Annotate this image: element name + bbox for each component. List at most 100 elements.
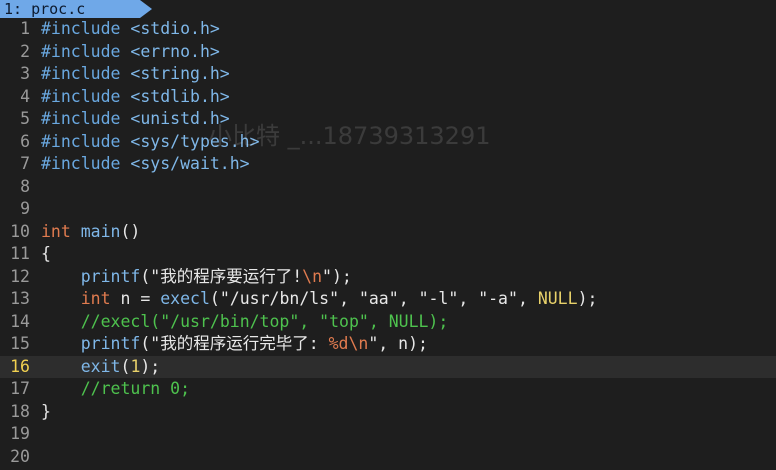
code-text: #include <errno.h>	[41, 41, 220, 64]
line-number: 16	[10, 356, 30, 376]
code-token: main	[80, 221, 121, 241]
code-token: #include	[41, 41, 131, 61]
code-token: n =	[110, 289, 161, 308]
code-token: <errno.h>	[130, 41, 220, 61]
code-line[interactable]: 19	[0, 423, 776, 446]
tab-bar: 1: proc.c	[0, 0, 776, 18]
code-line[interactable]: 16 exit(1);	[0, 355, 776, 379]
code-text: //execl("/usr/bin/top", "top", NULL);	[41, 311, 449, 334]
code-token: "我的程序运行完毕了:	[150, 334, 329, 353]
code-token: (	[140, 334, 151, 353]
code-line[interactable]: 1 #include <stdio.h>	[0, 18, 776, 41]
line-number: 14	[10, 311, 30, 331]
code-token: #include	[41, 86, 131, 106]
code-token: ()	[120, 221, 141, 241]
line-number: 11	[10, 244, 30, 263]
code-token: , n);	[378, 334, 428, 353]
line-number: 15	[10, 334, 30, 353]
code-line[interactable]: 13 int n = execl("/usr/bn/ls", "aa", "-l…	[0, 288, 776, 311]
code-line[interactable]: 15 printf("我的程序运行完毕了: %d\n", n);	[0, 333, 776, 356]
line-number: 1	[20, 19, 30, 38]
code-text: exit(1);	[41, 356, 161, 379]
code-token: }	[41, 401, 51, 421]
code-token: "	[368, 334, 379, 353]
code-token: "-a"	[478, 289, 518, 308]
code-text: int n = execl("/usr/bn/ls", "aa", "-l", …	[41, 288, 598, 311]
code-token: ,	[517, 289, 538, 308]
code-text: printf("我的程序运行完毕了: %d\n", n);	[41, 333, 428, 356]
code-text: #include <unistd.h>	[41, 108, 230, 131]
code-token: );	[140, 356, 161, 376]
code-token: %d\n	[328, 334, 369, 353]
code-line[interactable]: 10 int main()	[0, 221, 776, 244]
code-token: //execl("/usr/bin/top", "top", NULL);	[80, 311, 449, 331]
code-token: "我的程序要运行了!	[150, 266, 303, 286]
code-line[interactable]: 17 //return 0;	[0, 378, 776, 401]
code-text: printf("我的程序要运行了!\n");	[41, 266, 352, 289]
code-editor[interactable]: 1 #include <stdio.h> 2 #include <errno.h> 3 #…	[0, 18, 776, 470]
code-token: #include	[41, 19, 131, 38]
code-line[interactable]: 7 #include <sys/wait.h>	[0, 153, 776, 176]
code-token: (	[120, 356, 131, 376]
code-token: <stdlib.h>	[130, 86, 230, 106]
code-token: ,	[458, 289, 479, 308]
code-line[interactable]: 20	[0, 446, 776, 469]
code-text: {	[41, 243, 51, 266]
code-token: #include	[41, 64, 131, 83]
code-token: <stdio.h>	[130, 19, 220, 38]
code-token: NULL	[537, 289, 578, 308]
code-line[interactable]: 14 //execl("/usr/bin/top", "top", NULL);	[0, 311, 776, 334]
line-number: 9	[20, 199, 30, 218]
code-token: //return 0;	[80, 379, 191, 398]
line-number: 4	[20, 86, 30, 106]
code-line[interactable]: 4 #include <stdlib.h>	[0, 86, 776, 109]
code-line[interactable]: 3 #include <string.h>	[0, 63, 776, 86]
code-token: \n	[302, 266, 323, 286]
line-number: 12	[10, 266, 30, 286]
code-token: {	[41, 244, 51, 263]
code-token: <string.h>	[130, 64, 230, 83]
code-text: #include <stdio.h>	[41, 18, 220, 41]
code-token: int	[41, 221, 71, 241]
code-text: //return 0;	[41, 378, 190, 401]
code-line[interactable]: 9	[0, 198, 776, 221]
line-number: 19	[10, 424, 30, 443]
code-token: "/usr/bn/ls"	[219, 289, 340, 308]
code-token: (	[209, 289, 220, 308]
line-number: 18	[10, 401, 30, 421]
code-token: );	[577, 289, 598, 308]
code-token: execl	[160, 289, 210, 308]
line-number: 5	[20, 109, 30, 128]
line-number: 8	[20, 176, 30, 196]
code-text: #include <stdlib.h>	[41, 86, 230, 109]
code-token: exit	[80, 356, 121, 376]
line-number: 7	[20, 154, 30, 173]
code-token: #include	[41, 109, 131, 128]
code-token: "aa"	[358, 289, 399, 308]
tab-proc-c[interactable]: 1: proc.c	[0, 0, 152, 18]
code-token: #include	[41, 131, 131, 151]
code-token: (	[140, 266, 151, 286]
code-line[interactable]: 2 #include <errno.h>	[0, 41, 776, 64]
code-line[interactable]: 18}	[0, 401, 776, 424]
code-text: int main()	[41, 221, 140, 244]
code-line[interactable]: 8	[0, 176, 776, 199]
line-number: 13	[10, 289, 30, 308]
line-number: 6	[20, 131, 30, 151]
code-line[interactable]: 11 {	[0, 243, 776, 266]
code-token: "-l"	[418, 289, 459, 308]
code-token: ,	[339, 289, 359, 308]
code-text: }	[41, 401, 51, 424]
line-number: 17	[10, 379, 30, 398]
line-number: 2	[20, 41, 30, 61]
code-token: );	[331, 266, 352, 286]
code-line[interactable]: 12 printf("我的程序要运行了!\n");	[0, 266, 776, 289]
code-token: int	[80, 289, 111, 308]
